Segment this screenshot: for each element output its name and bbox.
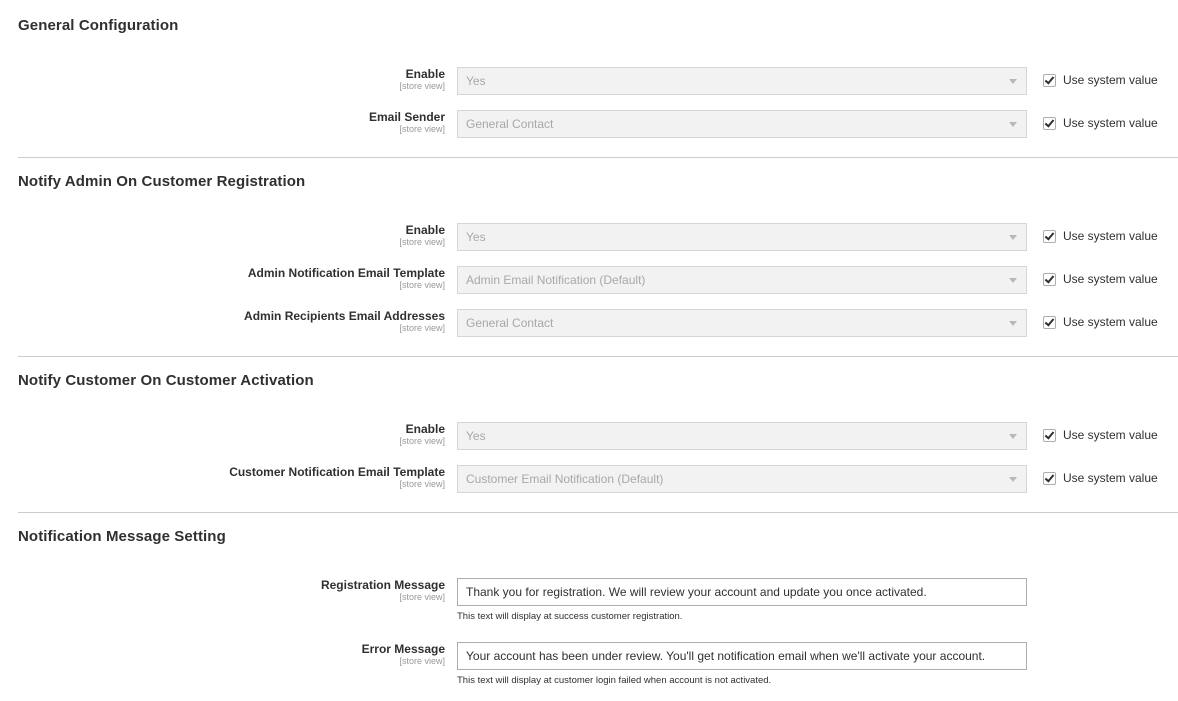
field-label: Customer Notification Email Template bbox=[229, 465, 445, 479]
chevron-down-icon bbox=[1009, 278, 1017, 283]
field-label-block: Email Sender [store view] bbox=[368, 110, 445, 135]
scope-label: [store view] bbox=[399, 479, 445, 489]
scope-label: [store view] bbox=[399, 656, 445, 666]
section-title-notify-customer[interactable]: Notify Customer On Customer Activation bbox=[18, 372, 314, 389]
use-system-value-label: Use system value bbox=[1063, 116, 1158, 130]
field-row-customer-enable: Enable [store view] Yes Use system value bbox=[0, 422, 1178, 450]
use-system-value-checkbox[interactable] bbox=[1043, 472, 1056, 485]
section-divider bbox=[18, 356, 1178, 357]
field-label: Enable bbox=[405, 67, 445, 81]
scope-label: [store view] bbox=[399, 124, 445, 134]
section-title-notify-admin[interactable]: Notify Admin On Customer Registration bbox=[18, 173, 305, 190]
use-system-value-checkbox[interactable] bbox=[1043, 429, 1056, 442]
use-system-value-label: Use system value bbox=[1063, 315, 1158, 329]
email-sender-select[interactable]: General Contact bbox=[457, 110, 1027, 138]
chevron-down-icon bbox=[1009, 434, 1017, 439]
field-label-block: Enable [store view] bbox=[399, 67, 445, 92]
field-row-general-enable: Enable [store view] Yes Use system value bbox=[0, 67, 1178, 95]
field-label: Admin Recipients Email Addresses bbox=[244, 309, 445, 323]
input-value: Thank you for registration. We will revi… bbox=[466, 585, 927, 599]
field-row-email-sender: Email Sender [store view] General Contac… bbox=[0, 110, 1178, 138]
customer-notification-template-select[interactable]: Customer Email Notification (Default) bbox=[457, 465, 1027, 493]
use-system-value-label: Use system value bbox=[1063, 272, 1158, 286]
select-value: General Contact bbox=[466, 117, 554, 131]
checkmark-icon bbox=[1044, 74, 1055, 85]
scope-label: [store view] bbox=[399, 280, 445, 290]
use-system-value-checkbox[interactable] bbox=[1043, 74, 1056, 87]
section-divider bbox=[18, 157, 1178, 158]
checkmark-icon bbox=[1044, 316, 1055, 327]
section-title-notification-message[interactable]: Notification Message Setting bbox=[18, 528, 226, 545]
select-value: Yes bbox=[466, 74, 486, 88]
field-row-admin-recipients: Admin Recipients Email Addresses [store … bbox=[0, 309, 1178, 337]
field-label-block: Registration Message [store view] bbox=[320, 578, 445, 603]
use-system-value-checkbox[interactable] bbox=[1043, 316, 1056, 329]
select-value: General Contact bbox=[466, 316, 554, 330]
section-divider bbox=[18, 512, 1178, 513]
select-value: Yes bbox=[466, 429, 486, 443]
field-row-registration-message: Registration Message [store view] Thank … bbox=[0, 578, 1178, 622]
scope-label: [store view] bbox=[399, 436, 445, 446]
field-row-admin-notification-template: Admin Notification Email Template [store… bbox=[0, 266, 1178, 294]
checkmark-icon bbox=[1044, 429, 1055, 440]
select-value: Yes bbox=[466, 230, 486, 244]
scope-label: [store view] bbox=[399, 237, 445, 247]
registration-message-input[interactable]: Thank you for registration. We will revi… bbox=[457, 578, 1027, 606]
field-label-block: Admin Notification Email Template [store… bbox=[247, 266, 445, 291]
field-row-admin-enable: Enable [store view] Yes Use system value bbox=[0, 223, 1178, 251]
field-row-error-message: Error Message [store view] Your account … bbox=[0, 642, 1178, 686]
chevron-down-icon bbox=[1009, 79, 1017, 84]
field-label: Enable bbox=[405, 223, 445, 237]
field-label: Error Message bbox=[361, 642, 445, 656]
admin-recipients-select[interactable]: General Contact bbox=[457, 309, 1027, 337]
error-message-input[interactable]: Your account has been under review. You'… bbox=[457, 642, 1027, 670]
chevron-down-icon bbox=[1009, 122, 1017, 127]
field-label-block: Customer Notification Email Template [st… bbox=[229, 465, 445, 490]
field-label: Enable bbox=[405, 422, 445, 436]
field-label: Admin Notification Email Template bbox=[247, 266, 445, 280]
general-enable-select[interactable]: Yes bbox=[457, 67, 1027, 95]
use-system-value-checkbox[interactable] bbox=[1043, 230, 1056, 243]
use-system-value-label: Use system value bbox=[1063, 229, 1158, 243]
field-label-block: Error Message [store view] bbox=[361, 642, 445, 667]
checkmark-icon bbox=[1044, 230, 1055, 241]
use-system-value-label: Use system value bbox=[1063, 73, 1158, 87]
section-title-general-configuration[interactable]: General Configuration bbox=[18, 17, 178, 34]
admin-notification-template-select[interactable]: Admin Email Notification (Default) bbox=[457, 266, 1027, 294]
field-label-block: Enable [store view] bbox=[399, 422, 445, 447]
field-label: Email Sender bbox=[368, 110, 445, 124]
field-label: Registration Message bbox=[320, 578, 445, 592]
field-note: This text will display at success custom… bbox=[457, 611, 683, 622]
admin-enable-select[interactable]: Yes bbox=[457, 223, 1027, 251]
use-system-value-checkbox[interactable] bbox=[1043, 273, 1056, 286]
input-value: Your account has been under review. You'… bbox=[466, 649, 986, 663]
checkmark-icon bbox=[1044, 273, 1055, 284]
customer-enable-select[interactable]: Yes bbox=[457, 422, 1027, 450]
use-system-value-checkbox[interactable] bbox=[1043, 117, 1056, 130]
chevron-down-icon bbox=[1009, 477, 1017, 482]
checkmark-icon bbox=[1044, 117, 1055, 128]
select-value: Customer Email Notification (Default) bbox=[466, 472, 664, 486]
field-row-customer-notification-template: Customer Notification Email Template [st… bbox=[0, 465, 1178, 493]
checkmark-icon bbox=[1044, 472, 1055, 483]
scope-label: [store view] bbox=[399, 323, 445, 333]
field-label-block: Enable [store view] bbox=[399, 223, 445, 248]
field-note: This text will display at customer login… bbox=[457, 675, 772, 686]
scope-label: [store view] bbox=[399, 81, 445, 91]
config-page: General Configuration Enable [store view… bbox=[0, 0, 1178, 701]
scope-label: [store view] bbox=[399, 592, 445, 602]
use-system-value-label: Use system value bbox=[1063, 471, 1158, 485]
chevron-down-icon bbox=[1009, 235, 1017, 240]
use-system-value-label: Use system value bbox=[1063, 428, 1158, 442]
select-value: Admin Email Notification (Default) bbox=[466, 273, 646, 287]
chevron-down-icon bbox=[1009, 321, 1017, 326]
field-label-block: Admin Recipients Email Addresses [store … bbox=[244, 309, 445, 334]
